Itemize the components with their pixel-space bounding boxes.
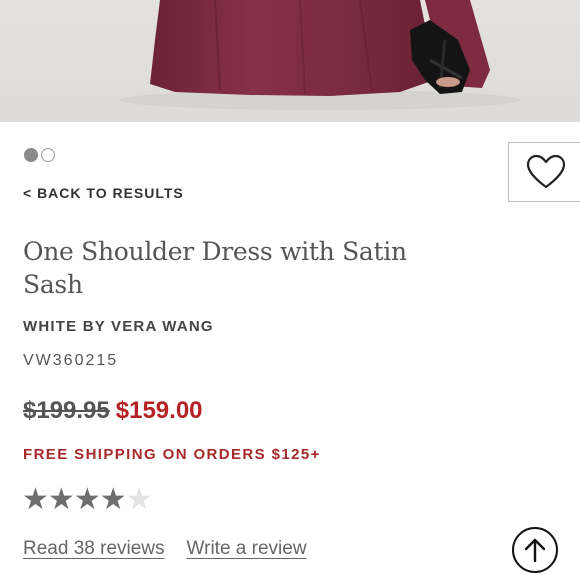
price-block: $199.95 $159.00 — [23, 397, 203, 425]
star-filled-icon: ★ — [99, 483, 127, 516]
product-sku: VW360215 — [23, 352, 119, 369]
wishlist-button[interactable] — [508, 142, 580, 202]
review-links: Read 38 reviews Write a review — [23, 538, 307, 560]
star-empty-icon: ★ — [125, 483, 153, 516]
carousel-dot-2[interactable] — [41, 148, 55, 162]
original-price: $199.95 — [23, 397, 110, 424]
brand-name: WHITE BY VERA WANG — [23, 318, 214, 335]
product-image[interactable] — [0, 0, 580, 122]
star-filled-icon: ★ — [47, 483, 75, 516]
star-rating: ★★★★★ — [22, 483, 153, 517]
scroll-to-top-button[interactable] — [512, 527, 558, 573]
dress-image — [120, 0, 520, 110]
read-reviews-link[interactable]: Read 38 reviews — [23, 538, 165, 559]
back-to-results-link[interactable]: < BACK TO RESULTS — [23, 185, 184, 201]
free-shipping-notice: FREE SHIPPING ON ORDERS $125+ — [23, 446, 321, 463]
arrow-up-icon — [524, 538, 546, 563]
heart-icon — [526, 154, 566, 189]
star-filled-icon: ★ — [22, 483, 49, 516]
carousel-dot-1[interactable] — [24, 148, 38, 162]
carousel-dots — [24, 148, 55, 162]
product-title: One Shoulder Dress with Satin Sash — [23, 237, 407, 299]
sale-price: $159.00 — [115, 397, 203, 424]
star-filled-icon: ★ — [73, 483, 101, 516]
write-review-link[interactable]: Write a review — [187, 538, 307, 559]
